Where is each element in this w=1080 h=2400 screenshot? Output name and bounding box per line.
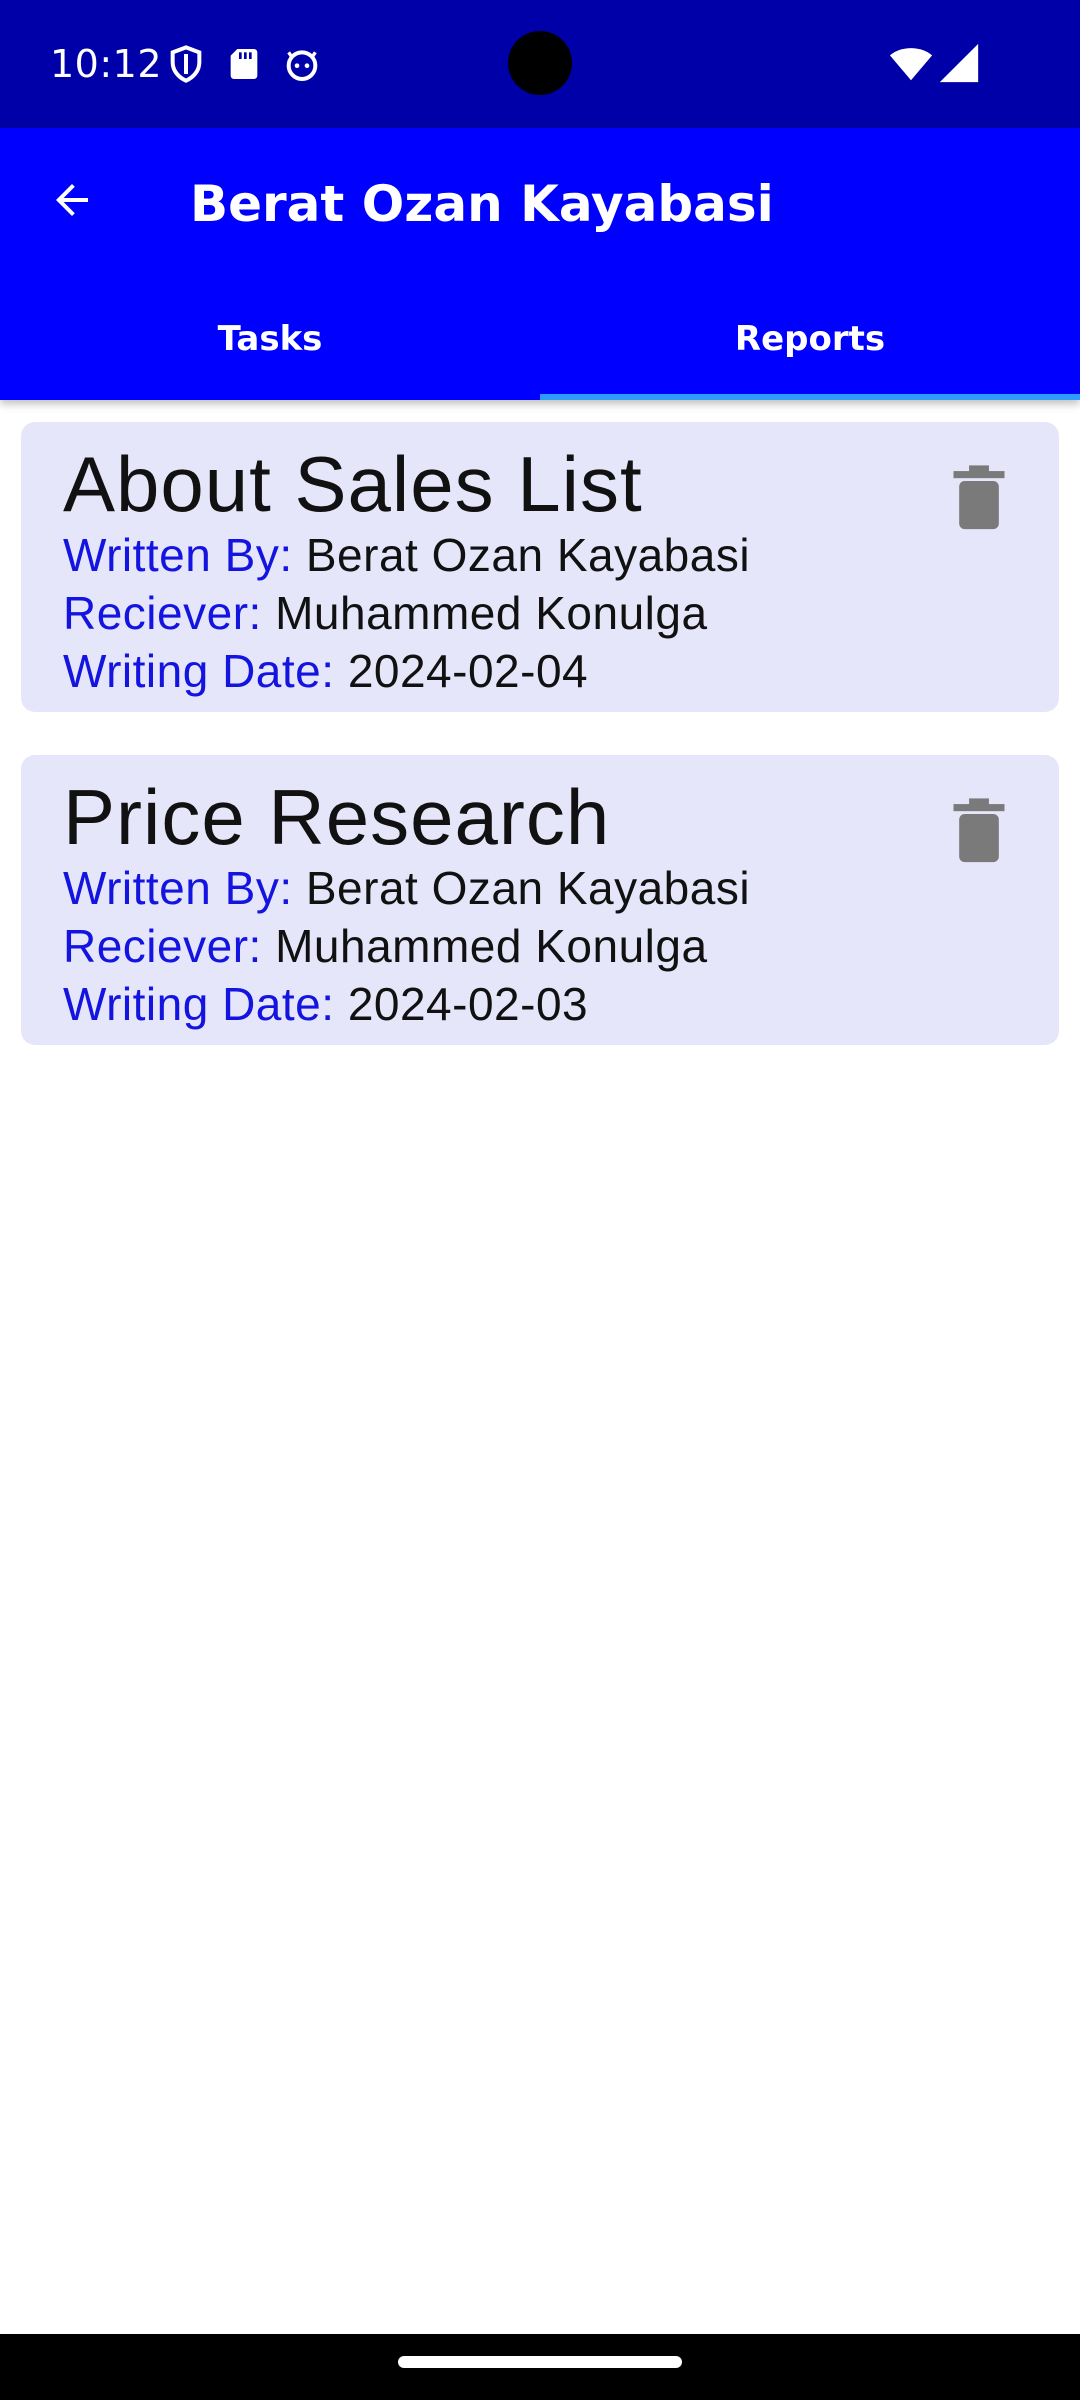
delete-icon — [949, 797, 1009, 869]
delete-button[interactable] — [939, 460, 1019, 540]
arrow-back-icon — [48, 176, 96, 228]
camera-cutout — [508, 31, 572, 95]
android-debug-icon — [282, 44, 322, 84]
tab-tasks-label: Tasks — [217, 319, 323, 359]
tab-reports[interactable]: Reports — [540, 278, 1080, 400]
tab-reports-label: Reports — [734, 319, 886, 359]
delete-button[interactable] — [939, 793, 1019, 873]
status-time: 10:12 — [50, 42, 163, 86]
sd-card-icon — [224, 44, 264, 84]
writing-date-value: 2024-02-04 — [347, 645, 589, 697]
back-button[interactable] — [36, 166, 108, 238]
writing-date-row: Writing Date: 2024-02-03 — [63, 975, 588, 1033]
written-by-value: Berat Ozan Kayabasi — [305, 862, 751, 914]
receiver-value: Muhammed Konulga — [275, 920, 708, 972]
receiver-value: Muhammed Konulga — [275, 587, 708, 639]
report-card[interactable]: Price Research Written By: Berat Ozan Ka… — [21, 755, 1059, 1045]
delete-icon — [949, 464, 1009, 536]
report-title: Price Research — [63, 773, 611, 861]
receiver-label: Reciever: — [63, 587, 262, 639]
written-by-label: Written By: — [63, 529, 293, 581]
receiver-row: Reciever: Muhammed Konulga — [63, 917, 708, 975]
written-by-row: Written By: Berat Ozan Kayabasi — [63, 526, 750, 584]
home-gesture-handle[interactable] — [398, 2356, 682, 2368]
writing-date-row: Writing Date: 2024-02-04 — [63, 642, 588, 700]
written-by-value: Berat Ozan Kayabasi — [305, 529, 751, 581]
navigation-bar — [0, 2334, 1080, 2400]
written-by-row: Written By: Berat Ozan Kayabasi — [63, 859, 750, 917]
status-bar: 10:12 — [0, 0, 1080, 128]
writing-date-label: Writing Date: — [63, 645, 335, 697]
receiver-row: Reciever: Muhammed Konulga — [63, 584, 708, 642]
tab-tasks[interactable]: Tasks — [0, 278, 540, 400]
written-by-label: Written By: — [63, 862, 293, 914]
wifi-icon — [888, 40, 934, 86]
tab-bar: Tasks Reports — [0, 278, 1080, 400]
receiver-label: Reciever: — [63, 920, 262, 972]
cell-signal-icon — [936, 40, 982, 86]
app-bar: Berat Ozan Kayabasi Tasks Reports — [0, 128, 1080, 400]
report-title: About Sales List — [63, 440, 643, 528]
shield-icon — [166, 44, 206, 84]
writing-date-value: 2024-02-03 — [347, 978, 589, 1030]
page-title: Berat Ozan Kayabasi — [190, 175, 774, 233]
report-card[interactable]: About Sales List Written By: Berat Ozan … — [21, 422, 1059, 712]
writing-date-label: Writing Date: — [63, 978, 335, 1030]
tab-indicator — [540, 394, 1080, 400]
